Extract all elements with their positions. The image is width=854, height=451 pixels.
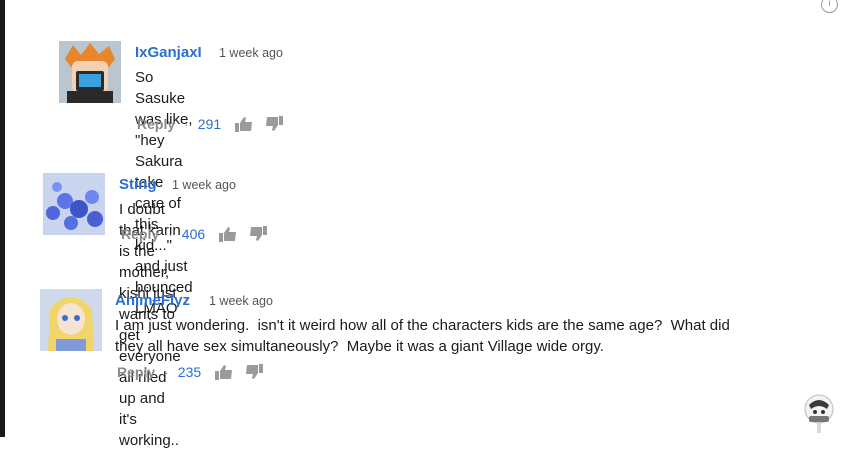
separator-dot: ·: [164, 364, 169, 380]
like-count: 235: [177, 364, 202, 380]
comment-line: I am just wondering. isn't it weird how …: [115, 317, 730, 334]
like-count: 291: [197, 116, 222, 132]
like-count: 406: [181, 226, 206, 242]
comment-actions: Reply · 235: [117, 364, 275, 380]
avatar[interactable]: [59, 41, 121, 103]
comment-timestamp[interactable]: 1 week ago: [209, 294, 273, 308]
reply-button[interactable]: Reply: [137, 116, 175, 132]
separator-dot: ·: [184, 116, 189, 132]
channel-logo-icon: [803, 393, 835, 433]
comment-actions: Reply · 291: [137, 116, 295, 132]
avatar[interactable]: [43, 173, 105, 235]
author-name[interactable]: AnimeFlyz: [115, 292, 190, 309]
comment-timestamp[interactable]: 1 week ago: [172, 178, 236, 192]
thumbs-down-icon[interactable]: [245, 364, 264, 380]
thumbs-up-icon[interactable]: [215, 364, 233, 380]
separator-dot: ·: [168, 226, 173, 242]
info-icon[interactable]: i: [821, 0, 838, 13]
comment-timestamp[interactable]: 1 week ago: [219, 46, 283, 60]
thumbs-up-icon[interactable]: [219, 226, 237, 242]
comment-text: I am just wondering. isn't it weird how …: [115, 315, 730, 357]
avatar[interactable]: [40, 289, 102, 351]
author-name[interactable]: IxGanjaxI: [135, 44, 202, 61]
comment-line: they all have sex simultaneously? Maybe …: [115, 338, 604, 355]
thumbs-down-icon[interactable]: [265, 116, 284, 132]
author-name[interactable]: Sting: [119, 176, 157, 193]
thumbs-up-icon[interactable]: [235, 116, 253, 132]
thumbs-down-icon[interactable]: [249, 226, 268, 242]
reply-button[interactable]: Reply: [117, 364, 155, 380]
comment-actions: Reply · 406: [121, 226, 279, 242]
reply-button[interactable]: Reply: [121, 226, 159, 242]
left-edge-bar: [0, 0, 5, 437]
